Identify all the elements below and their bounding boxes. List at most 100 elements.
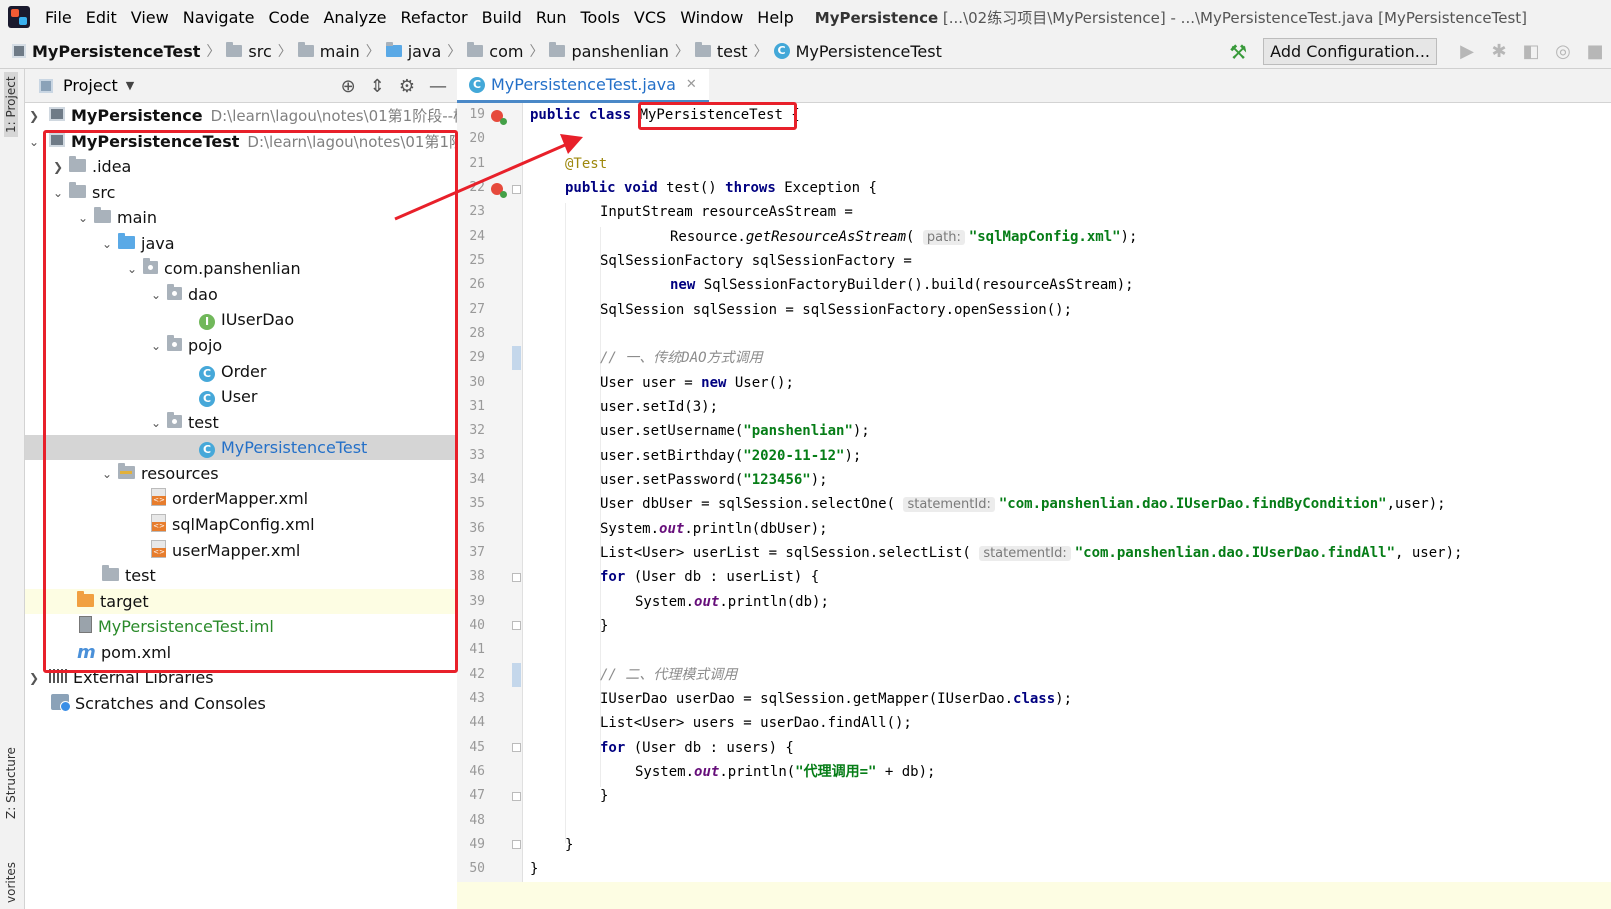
project-tree: ❯ MyPersistence D:\learn\lagou\notes\01第…: [25, 103, 457, 909]
run-test-class-icon[interactable]: [491, 110, 507, 125]
chevron-down-icon[interactable]: ⌄: [149, 416, 163, 430]
breadcrumb-src[interactable]: src: [222, 42, 275, 61]
breadcrumb-com[interactable]: com: [463, 42, 527, 61]
menu-view[interactable]: View: [124, 8, 176, 27]
fold-marker-icon[interactable]: [512, 840, 521, 849]
minimize-icon[interactable]: —: [429, 76, 447, 97]
menu-build[interactable]: Build: [475, 8, 529, 27]
tree-item-main[interactable]: ⌄ main: [25, 205, 457, 230]
fold-marker-icon[interactable]: [512, 792, 521, 801]
line-number: 43: [469, 691, 485, 706]
tab-mypersistencetest-java[interactable]: C MyPersistenceTest.java ✕: [457, 69, 709, 103]
profile-icon[interactable]: ◎: [1547, 41, 1579, 62]
breadcrumb-panshenlian[interactable]: panshenlian: [545, 42, 672, 61]
menu-help[interactable]: Help: [750, 8, 800, 27]
fold-marker-icon[interactable]: [512, 185, 521, 194]
tree-item-target[interactable]: target: [25, 589, 457, 614]
build-hammer-icon[interactable]: ⚒: [1229, 40, 1247, 64]
tree-item-pom-xml[interactable]: m pom.xml: [25, 640, 457, 665]
menu-file[interactable]: File: [38, 8, 79, 27]
menu-navigate[interactable]: Navigate: [176, 8, 262, 27]
chevron-down-icon[interactable]: ⌄: [100, 467, 114, 481]
chevron-down-icon[interactable]: ⌄: [100, 237, 114, 251]
chevron-down-icon[interactable]: ⌄: [125, 262, 139, 276]
menu-code[interactable]: Code: [262, 8, 317, 27]
fold-marker-icon[interactable]: [512, 573, 521, 582]
tree-item-label: pom.xml: [101, 643, 172, 662]
breadcrumb-java[interactable]: java: [382, 42, 446, 61]
coverage-icon[interactable]: ◧: [1515, 41, 1547, 62]
tree-item-label: Scratches and Consoles: [75, 694, 266, 713]
menu-edit[interactable]: Edit: [79, 8, 124, 27]
tree-item-ordermapper-xml[interactable]: orderMapper.xml: [25, 486, 457, 511]
chevron-down-icon[interactable]: ⌄: [76, 211, 90, 225]
gear-icon[interactable]: ⚙: [399, 76, 415, 97]
breadcrumb-class[interactable]: C MyPersistenceTest: [770, 42, 946, 61]
project-tool-window-tab[interactable]: 1: Project: [4, 72, 18, 137]
tree-item-mypersistencetest-class[interactable]: C MyPersistenceTest: [25, 435, 457, 460]
tab-label: MyPersistenceTest.java: [491, 75, 676, 94]
run-icon[interactable]: ▶: [1451, 41, 1483, 62]
line-number: 25: [469, 253, 485, 268]
tree-item-test-folder[interactable]: test: [25, 563, 457, 588]
tree-item-resources[interactable]: ⌄ resources: [25, 461, 457, 486]
menu-window[interactable]: Window: [673, 8, 750, 27]
chevron-right-icon[interactable]: ❯: [27, 671, 41, 685]
ide-window: File Edit View Navigate Code Analyze Ref…: [0, 0, 1611, 909]
tree-item-iuserdao[interactable]: I IUserDao: [25, 307, 457, 332]
run-test-method-icon[interactable]: [491, 183, 507, 198]
run-toolbar: ⚒ Add Configuration... ▶ ✱ ◧ ◎ ■: [1229, 34, 1611, 69]
line-number: 42: [469, 667, 485, 682]
code-token: );: [810, 472, 828, 488]
tree-item-com-panshenlian[interactable]: ⌄ com.panshenlian: [25, 256, 457, 281]
tree-item-pojo[interactable]: ⌄ pojo: [25, 333, 457, 358]
chevron-down-icon[interactable]: ⌄: [27, 135, 41, 149]
project-view-selector[interactable]: Project ▼: [39, 76, 134, 95]
code-token: out: [694, 764, 720, 780]
tree-item-dao[interactable]: ⌄ dao: [25, 282, 457, 307]
debug-icon[interactable]: ✱: [1483, 41, 1515, 62]
code-token: user.setBirthday(: [600, 448, 744, 464]
structure-tool-window-tab[interactable]: Z: Structure: [4, 747, 18, 819]
tree-item-idea[interactable]: ❯ .idea: [25, 154, 457, 179]
tree-item-java[interactable]: ⌄ java: [25, 231, 457, 256]
tree-item-src[interactable]: ⌄ src: [25, 180, 457, 205]
breadcrumb-main[interactable]: main: [294, 42, 364, 61]
tree-item-scratches[interactable]: Scratches and Consoles: [25, 691, 457, 716]
menu-run[interactable]: Run: [529, 8, 574, 27]
menu-tools[interactable]: Tools: [574, 8, 627, 27]
chevron-right-icon[interactable]: ❯: [51, 160, 65, 174]
code-token: (User db : users) {: [633, 740, 794, 756]
menu-analyze[interactable]: Analyze: [316, 8, 393, 27]
breadcrumb-module[interactable]: MyPersistenceTest: [0, 42, 204, 61]
tree-item-sqlmapconfig-xml[interactable]: sqlMapConfig.xml: [25, 512, 457, 537]
favorites-tool-window-tab[interactable]: vorites: [4, 862, 18, 903]
fold-marker-icon[interactable]: [512, 621, 521, 630]
chevron-down-icon[interactable]: ⌄: [51, 186, 65, 200]
tree-item-external-libraries[interactable]: ❯ External Libraries: [25, 665, 457, 690]
tree-item-mypersistencetest[interactable]: ⌄ MyPersistenceTest D:\learn\lagou\notes…: [25, 129, 457, 154]
tree-item-usermapper-xml[interactable]: userMapper.xml: [25, 538, 457, 563]
close-icon[interactable]: ✕: [686, 77, 697, 92]
locate-target-icon[interactable]: ⊕: [341, 76, 356, 97]
menu-vcs[interactable]: VCS: [627, 8, 673, 27]
chevron-down-icon[interactable]: ⌄: [149, 339, 163, 353]
code-line-19: public class MyPersistenceTest {: [530, 103, 800, 127]
tree-item-order[interactable]: C Order: [25, 359, 457, 384]
breadcrumb-test[interactable]: test: [691, 42, 752, 61]
stop-icon[interactable]: ■: [1579, 41, 1611, 62]
tree-item-iml-file[interactable]: MyPersistenceTest.iml: [25, 614, 457, 639]
chevron-down-icon[interactable]: ⌄: [149, 288, 163, 302]
add-configuration-button[interactable]: Add Configuration...: [1263, 38, 1437, 65]
line-number: 28: [469, 326, 485, 341]
code-editor[interactable]: public class MyPersistenceTest { @Test p…: [523, 103, 1611, 909]
collapse-all-icon[interactable]: ⇕: [370, 76, 385, 97]
fold-marker-icon[interactable]: [512, 743, 521, 752]
tree-item-user[interactable]: C User: [25, 384, 457, 409]
chevron-right-icon[interactable]: ❯: [27, 109, 41, 123]
tree-item-test-package[interactable]: ⌄ test: [25, 410, 457, 435]
code-token: {: [782, 107, 800, 123]
menu-refactor[interactable]: Refactor: [394, 8, 475, 27]
tree-item-mypersistence[interactable]: ❯ MyPersistence D:\learn\lagou\notes\01第…: [25, 103, 457, 128]
line-number: 44: [469, 715, 485, 730]
